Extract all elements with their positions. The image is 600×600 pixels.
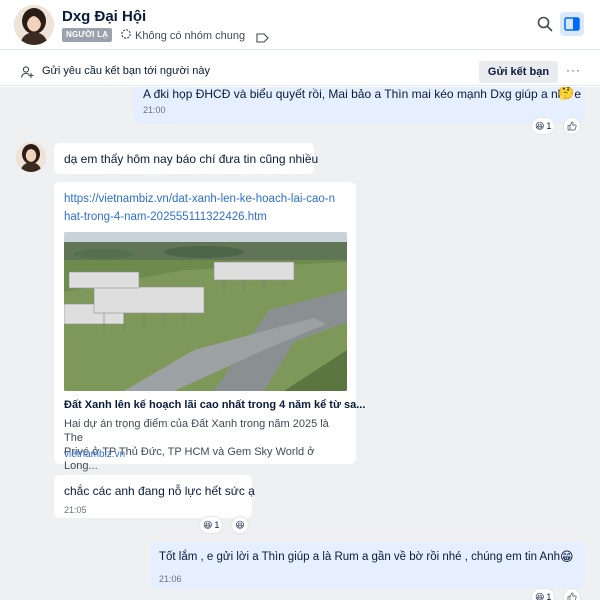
message-time: 21:00 — [143, 105, 166, 115]
message-text: A đki họp ĐHCĐ và biểu quyết rồi, Mai bả… — [143, 87, 582, 101]
link-description-line: Hai dự án trọng điểm của Đất Xanh trong … — [64, 418, 329, 444]
message-time: 21:05 — [64, 505, 87, 515]
send-friend-request-button[interactable]: Gửi kết bạn — [479, 61, 558, 83]
link-description: Hai dự án trọng điểm của Đất Xanh trong … — [64, 417, 347, 473]
reaction-count: 1 — [546, 121, 552, 131]
message-time: 21:06 — [159, 574, 182, 584]
reaction-summary[interactable]: 😆 1 — [200, 517, 223, 533]
contact-avatar[interactable] — [14, 5, 54, 45]
thumbs-up-icon — [567, 121, 577, 131]
link-url[interactable]: hat-trong-4-nam-202555111322426.htm — [64, 208, 346, 226]
message-text: dạ em thấy hôm nay báo chí đưa tin cũng … — [64, 152, 319, 166]
more-options-button[interactable]: ··· — [566, 63, 581, 77]
message-bubble-outgoing[interactable] — [150, 542, 585, 589]
stranger-badge: NGƯỜI LẠ — [62, 28, 113, 42]
thumbs-up-icon — [567, 592, 577, 600]
sender-avatar[interactable] — [16, 142, 46, 172]
laugh-reaction-icon: 😆 — [203, 519, 213, 530]
thinking-emoji: 🤔 — [558, 87, 575, 100]
tag-icon[interactable] — [256, 30, 269, 48]
common-groups-label: Không có nhóm chung — [135, 29, 246, 42]
reaction-button[interactable]: 😆 — [232, 517, 248, 533]
like-reaction-button[interactable] — [564, 118, 580, 134]
reaction-count: 1 — [546, 592, 552, 600]
friend-request-text: Gửi yêu cầu kết bạn tới người này — [42, 65, 210, 77]
message-text: Tốt lắm , e gửi lời a Thìn giúp a là Rum… — [159, 551, 561, 563]
chat-header: Dxg Đại Hội NGƯỜI LẠ Không có nhóm chung — [0, 0, 600, 50]
conversation-info-toggle-icon[interactable] — [560, 12, 584, 36]
friend-request-bar: Gửi yêu cầu kết bạn tới người này Gửi kế… — [0, 58, 600, 86]
link-url[interactable]: https://vietnambiz.vn/dat-xanh-len-ke-ho… — [64, 190, 346, 208]
reaction-count: 1 — [214, 520, 220, 530]
like-reaction-button[interactable] — [564, 589, 580, 600]
laugh-reaction-icon: 😆 — [235, 519, 245, 530]
message-text: chắc các anh đang nỗ lực hết sức ạ — [64, 484, 255, 498]
add-friend-icon — [20, 65, 34, 84]
link-preview-image[interactable] — [64, 232, 347, 391]
grinning-emoji: 😁 — [560, 549, 574, 564]
laugh-reaction-icon: 😆 — [535, 120, 545, 131]
search-icon[interactable] — [536, 15, 554, 33]
laugh-reaction-icon: 😆 — [535, 591, 545, 600]
chat-title[interactable]: Dxg Đại Hội — [62, 8, 146, 25]
link-title[interactable]: Đất Xanh lên kế hoạch lãi cao nhất trong… — [64, 399, 365, 411]
common-groups-info[interactable]: Không có nhóm chung — [120, 28, 245, 43]
groups-icon — [120, 28, 132, 43]
reaction-summary[interactable]: 😆 1 — [532, 118, 555, 134]
reaction-summary[interactable]: 😆 1 — [532, 589, 555, 600]
link-domain[interactable]: vietnambiz.vn — [64, 449, 125, 460]
message-list[interactable]: A đki họp ĐHCĐ và biểu quyết rồi, Mai bả… — [0, 87, 600, 600]
